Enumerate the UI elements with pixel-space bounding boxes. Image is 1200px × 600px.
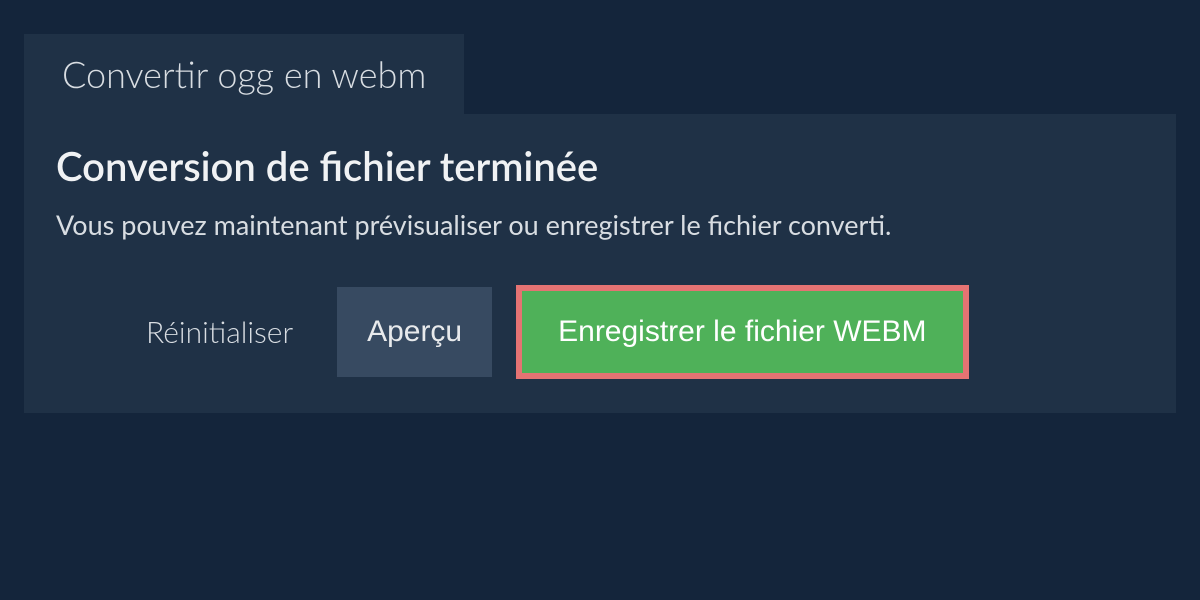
reset-button[interactable]: Réinitialiser <box>146 314 293 350</box>
main-container: Convertir ogg en webm Conversion de fich… <box>0 0 1200 447</box>
preview-button[interactable]: Aperçu <box>337 287 492 377</box>
action-buttons: Réinitialiser Aperçu Enregistrer le fich… <box>56 285 1144 379</box>
conversion-panel: Conversion de fichier terminée Vous pouv… <box>24 114 1176 413</box>
save-button[interactable]: Enregistrer le fichier WEBM <box>516 285 968 379</box>
tab-title: Convertir ogg en webm <box>62 52 426 96</box>
completion-heading: Conversion de fichier terminée <box>56 142 1144 190</box>
completion-description: Vous pouvez maintenant prévisualiser ou … <box>56 208 1144 241</box>
tab-convert[interactable]: Convertir ogg en webm <box>24 34 464 114</box>
